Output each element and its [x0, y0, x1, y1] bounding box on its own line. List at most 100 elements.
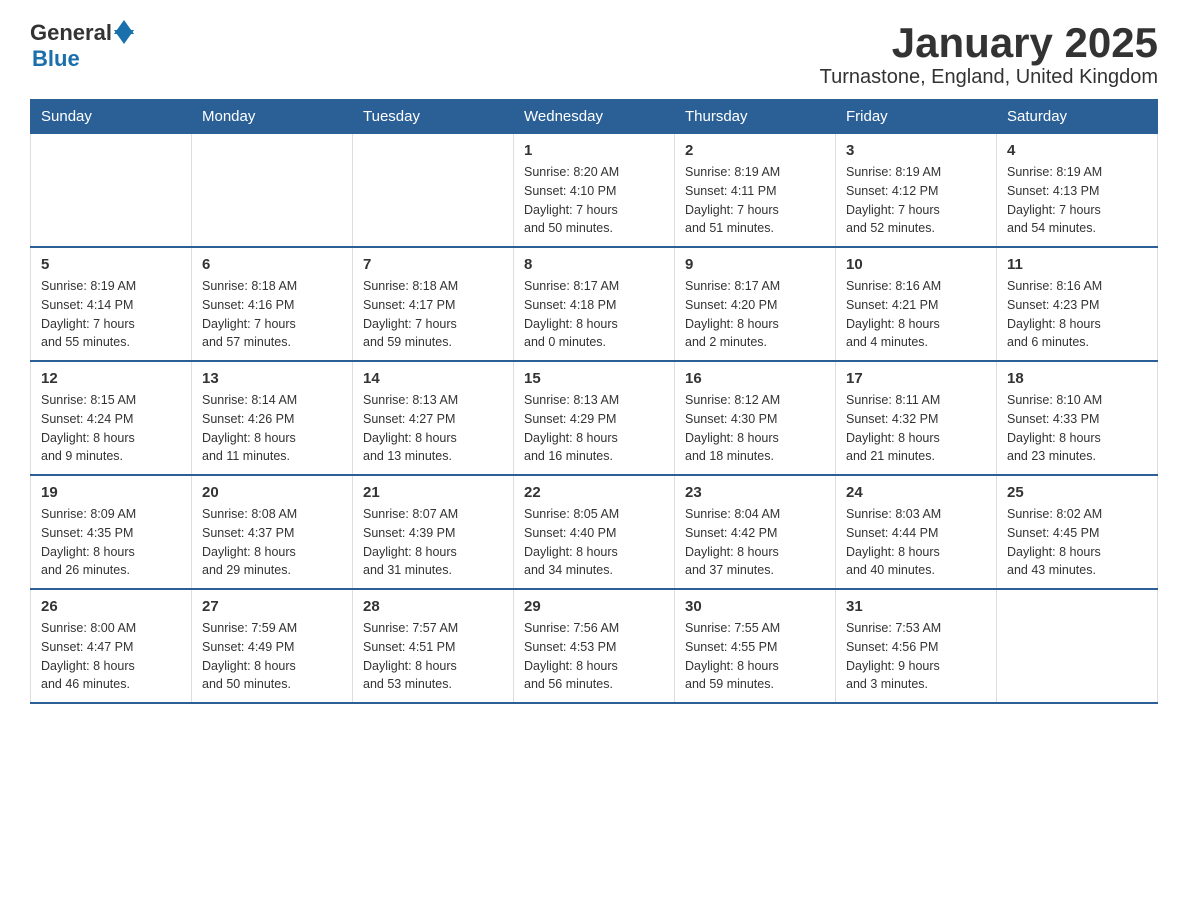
day-number: 16: [685, 370, 825, 387]
page-title: January 2025: [820, 20, 1158, 66]
day-info: Sunrise: 8:19 AM Sunset: 4:14 PM Dayligh…: [41, 277, 181, 352]
day-info: Sunrise: 8:15 AM Sunset: 4:24 PM Dayligh…: [41, 391, 181, 466]
weekday-header-sunday: Sunday: [31, 100, 192, 134]
day-number: 17: [846, 370, 986, 387]
calendar-day-cell: 10 Sunrise: 8:16 AM Sunset: 4:21 PM Dayli…: [836, 247, 997, 361]
day-number: 21: [363, 484, 503, 501]
day-info: Sunrise: 8:02 AM Sunset: 4:45 PM Dayligh…: [1007, 505, 1147, 580]
calendar-day-cell: 3 Sunrise: 8:19 AM Sunset: 4:12 PM Daylig…: [836, 134, 997, 248]
calendar-day-cell: 15 Sunrise: 8:13 AM Sunset: 4:29 PM Dayli…: [514, 361, 675, 475]
day-info: Sunrise: 7:56 AM Sunset: 4:53 PM Dayligh…: [524, 619, 664, 694]
weekday-header-tuesday: Tuesday: [353, 100, 514, 134]
day-info: Sunrise: 8:14 AM Sunset: 4:26 PM Dayligh…: [202, 391, 342, 466]
calendar-day-cell: 7Sunrise: 8:18 AM Sunset: 4:17 PM Daylig…: [353, 247, 514, 361]
day-info: Sunrise: 8:08 AM Sunset: 4:37 PM Dayligh…: [202, 505, 342, 580]
calendar-day-cell: 5 Sunrise: 8:19 AM Sunset: 4:14 PM Daylig…: [31, 247, 192, 361]
day-info: Sunrise: 8:13 AM Sunset: 4:29 PM Dayligh…: [524, 391, 664, 466]
calendar-day-cell: 20Sunrise: 8:08 AM Sunset: 4:37 PM Dayli…: [192, 475, 353, 589]
day-number: 14: [363, 370, 503, 387]
calendar-day-cell: [353, 134, 514, 248]
calendar-day-cell: 4Sunrise: 8:19 AM Sunset: 4:13 PM Daylig…: [997, 134, 1158, 248]
day-number: 24: [846, 484, 986, 501]
day-number: 22: [524, 484, 664, 501]
day-info: Sunrise: 8:13 AM Sunset: 4:27 PM Dayligh…: [363, 391, 503, 466]
day-info: Sunrise: 8:20 AM Sunset: 4:10 PM Dayligh…: [524, 163, 664, 238]
day-info: Sunrise: 7:55 AM Sunset: 4:55 PM Dayligh…: [685, 619, 825, 694]
day-number: 28: [363, 598, 503, 615]
day-number: 26: [41, 598, 181, 615]
day-info: Sunrise: 8:11 AM Sunset: 4:32 PM Dayligh…: [846, 391, 986, 466]
calendar-day-cell: [31, 134, 192, 248]
day-number: 13: [202, 370, 342, 387]
calendar-day-cell: 21Sunrise: 8:07 AM Sunset: 4:39 PM Dayli…: [353, 475, 514, 589]
day-number: 29: [524, 598, 664, 615]
day-info: Sunrise: 7:57 AM Sunset: 4:51 PM Dayligh…: [363, 619, 503, 694]
calendar-day-cell: 6Sunrise: 8:18 AM Sunset: 4:16 PM Daylig…: [192, 247, 353, 361]
weekday-header-monday: Monday: [192, 100, 353, 134]
weekday-header-saturday: Saturday: [997, 100, 1158, 134]
day-info: Sunrise: 8:09 AM Sunset: 4:35 PM Dayligh…: [41, 505, 181, 580]
day-info: Sunrise: 8:00 AM Sunset: 4:47 PM Dayligh…: [41, 619, 181, 694]
calendar-day-cell: 25 Sunrise: 8:02 AM Sunset: 4:45 PM Dayli…: [997, 475, 1158, 589]
calendar-day-cell: [997, 589, 1158, 703]
weekday-header-thursday: Thursday: [675, 100, 836, 134]
logo-text-blue: Blue: [32, 46, 80, 72]
day-number: 23: [685, 484, 825, 501]
day-number: 18: [1007, 370, 1147, 387]
day-info: Sunrise: 8:03 AM Sunset: 4:44 PM Dayligh…: [846, 505, 986, 580]
calendar-table: SundayMondayTuesdayWednesdayThursdayFrid…: [30, 99, 1158, 704]
calendar-day-cell: 26 Sunrise: 8:00 AM Sunset: 4:47 PM Dayli…: [31, 589, 192, 703]
day-number: 19: [41, 484, 181, 501]
calendar-day-cell: [192, 134, 353, 248]
calendar-week-row: 19 Sunrise: 8:09 AM Sunset: 4:35 PM Dayli…: [31, 475, 1158, 589]
day-info: Sunrise: 8:04 AM Sunset: 4:42 PM Dayligh…: [685, 505, 825, 580]
day-number: 31: [846, 598, 986, 615]
calendar-week-row: 12Sunrise: 8:15 AM Sunset: 4:24 PM Dayli…: [31, 361, 1158, 475]
calendar-day-cell: 11 Sunrise: 8:16 AM Sunset: 4:23 PM Dayli…: [997, 247, 1158, 361]
calendar-day-cell: 18 Sunrise: 8:10 AM Sunset: 4:33 PM Dayli…: [997, 361, 1158, 475]
calendar-day-cell: 22 Sunrise: 8:05 AM Sunset: 4:40 PM Dayli…: [514, 475, 675, 589]
day-info: Sunrise: 8:10 AM Sunset: 4:33 PM Dayligh…: [1007, 391, 1147, 466]
day-number: 3: [846, 142, 986, 159]
day-number: 25: [1007, 484, 1147, 501]
day-info: Sunrise: 8:05 AM Sunset: 4:40 PM Dayligh…: [524, 505, 664, 580]
day-info: Sunrise: 8:19 AM Sunset: 4:13 PM Dayligh…: [1007, 163, 1147, 238]
calendar-day-cell: 16 Sunrise: 8:12 AM Sunset: 4:30 PM Dayli…: [675, 361, 836, 475]
day-info: Sunrise: 8:18 AM Sunset: 4:17 PM Dayligh…: [363, 277, 503, 352]
calendar-day-cell: 13 Sunrise: 8:14 AM Sunset: 4:26 PM Dayli…: [192, 361, 353, 475]
weekday-header-wednesday: Wednesday: [514, 100, 675, 134]
logo-text-general: General: [30, 20, 112, 46]
day-number: 15: [524, 370, 664, 387]
calendar-day-cell: 8 Sunrise: 8:17 AM Sunset: 4:18 PM Daylig…: [514, 247, 675, 361]
calendar-day-cell: 23 Sunrise: 8:04 AM Sunset: 4:42 PM Dayli…: [675, 475, 836, 589]
day-number: 30: [685, 598, 825, 615]
calendar-day-cell: 19 Sunrise: 8:09 AM Sunset: 4:35 PM Dayli…: [31, 475, 192, 589]
calendar-day-cell: 28 Sunrise: 7:57 AM Sunset: 4:51 PM Dayli…: [353, 589, 514, 703]
day-info: Sunrise: 8:19 AM Sunset: 4:12 PM Dayligh…: [846, 163, 986, 238]
calendar-day-cell: 14 Sunrise: 8:13 AM Sunset: 4:27 PM Dayli…: [353, 361, 514, 475]
day-number: 1: [524, 142, 664, 159]
day-number: 11: [1007, 256, 1147, 273]
day-number: 9: [685, 256, 825, 273]
calendar-day-cell: 1 Sunrise: 8:20 AM Sunset: 4:10 PM Daylig…: [514, 134, 675, 248]
calendar-week-row: 5 Sunrise: 8:19 AM Sunset: 4:14 PM Daylig…: [31, 247, 1158, 361]
calendar-day-cell: 9Sunrise: 8:17 AM Sunset: 4:20 PM Daylig…: [675, 247, 836, 361]
calendar-day-cell: 30 Sunrise: 7:55 AM Sunset: 4:55 PM Dayli…: [675, 589, 836, 703]
calendar-day-cell: 29 Sunrise: 7:56 AM Sunset: 4:53 PM Dayli…: [514, 589, 675, 703]
calendar-day-cell: 24 Sunrise: 8:03 AM Sunset: 4:44 PM Dayli…: [836, 475, 997, 589]
calendar-day-cell: 12Sunrise: 8:15 AM Sunset: 4:24 PM Dayli…: [31, 361, 192, 475]
calendar-week-row: 26 Sunrise: 8:00 AM Sunset: 4:47 PM Dayli…: [31, 589, 1158, 703]
calendar-day-cell: 27 Sunrise: 7:59 AM Sunset: 4:49 PM Dayli…: [192, 589, 353, 703]
day-info: Sunrise: 8:18 AM Sunset: 4:16 PM Dayligh…: [202, 277, 342, 352]
day-number: 27: [202, 598, 342, 615]
day-number: 10: [846, 256, 986, 273]
day-number: 2: [685, 142, 825, 159]
day-number: 8: [524, 256, 664, 273]
day-info: Sunrise: 8:17 AM Sunset: 4:18 PM Dayligh…: [524, 277, 664, 352]
day-number: 5: [41, 256, 181, 273]
weekday-header-friday: Friday: [836, 100, 997, 134]
day-info: Sunrise: 8:16 AM Sunset: 4:21 PM Dayligh…: [846, 277, 986, 352]
day-info: Sunrise: 8:12 AM Sunset: 4:30 PM Dayligh…: [685, 391, 825, 466]
day-info: Sunrise: 7:59 AM Sunset: 4:49 PM Dayligh…: [202, 619, 342, 694]
day-info: Sunrise: 8:16 AM Sunset: 4:23 PM Dayligh…: [1007, 277, 1147, 352]
